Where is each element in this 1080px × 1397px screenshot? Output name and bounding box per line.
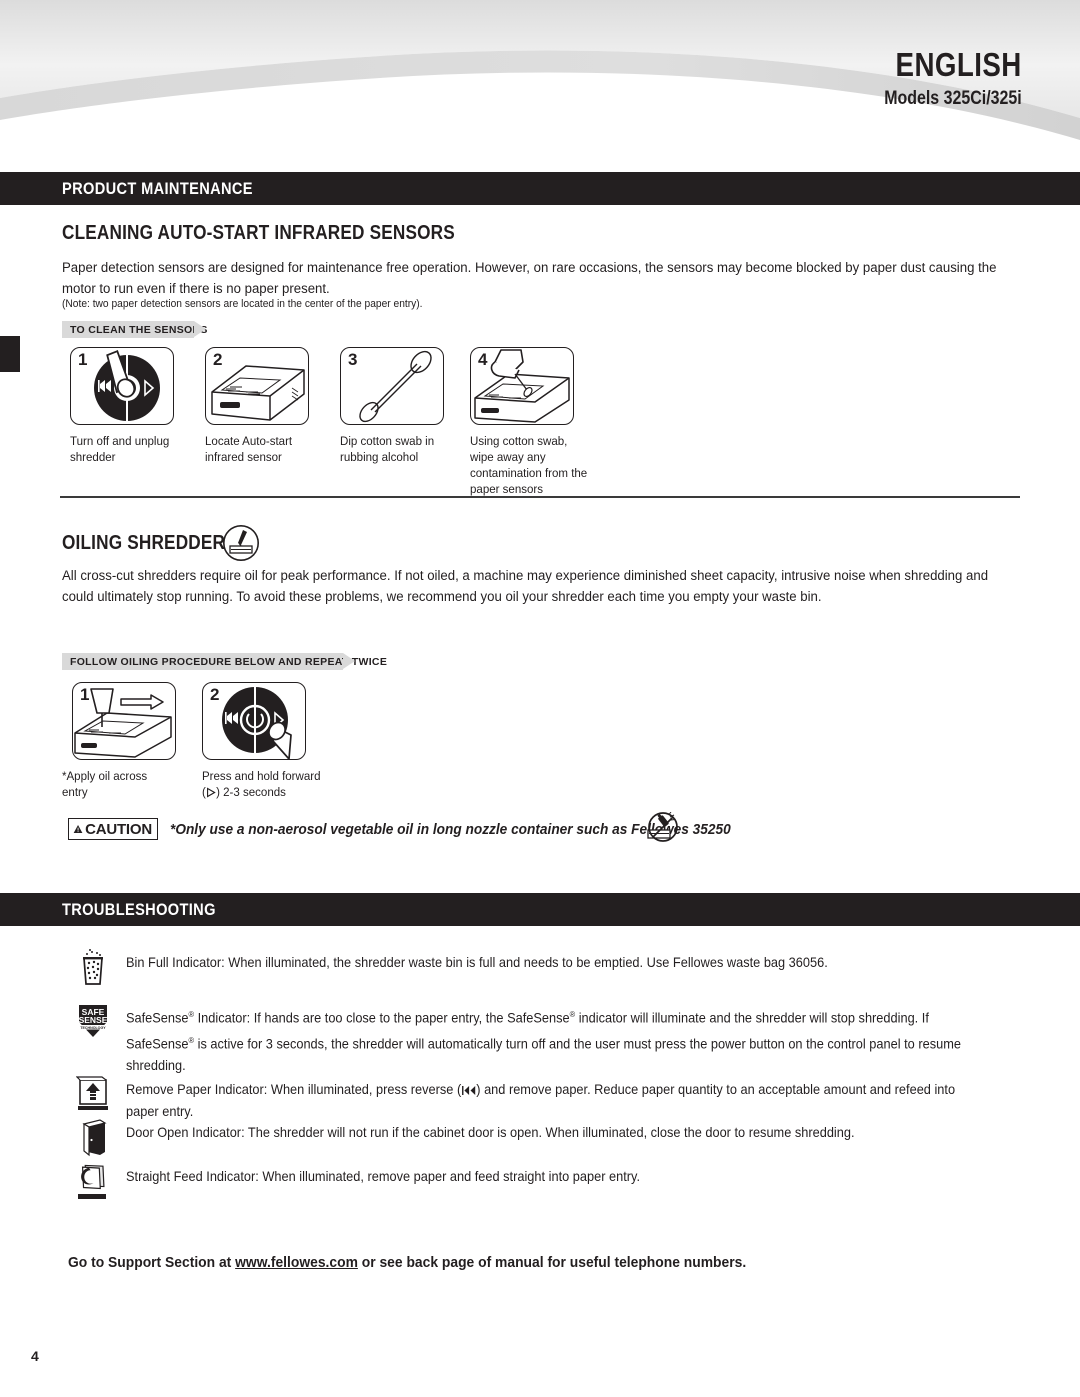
support-text-post: or see back page of manual for useful te… (357, 1255, 747, 1271)
caution-label: CAUTION (85, 820, 152, 838)
door-open-icon (82, 1119, 107, 1157)
step-card-3-dip-swab: 3 (340, 347, 444, 425)
section-bar-label: TROUBLESHOOTING (62, 900, 216, 919)
step-card-4-wipe-sensors: 4 (470, 347, 574, 425)
step-caption-oil-2-line2: () 2-3 seconds (202, 784, 323, 800)
troubleshooting-text: Straight Feed Indicator: When illuminate… (126, 1169, 641, 1184)
tag-label: TO CLEAN THE SENSORS (70, 323, 208, 336)
troubleshooting-text: Door Open Indicator: The shredder will n… (126, 1125, 855, 1140)
step-card-oil-1-apply: 1 (72, 682, 176, 760)
safesense-text-4: is active for 3 seconds, the shredder wi… (126, 1036, 961, 1074)
step-caption-oil-1: *Apply oil across entry (62, 769, 148, 799)
step-number: 2 (210, 685, 220, 704)
tag-follow-oiling-procedure: FOLLOW OILING PROCEDURE BELOW AND REPEAT… (62, 653, 387, 670)
step-number: 3 (348, 350, 358, 369)
step-caption-oil-2-line1: Press and hold forward (202, 769, 321, 783)
support-text-pre: Go to Support Section at (68, 1255, 236, 1271)
safesense-word-1: SafeSense (126, 1010, 189, 1026)
svg-text:TECHNOLOGY: TECHNOLOGY (80, 1026, 106, 1030)
step-caption-2: Locate Auto-start infrared sensor (205, 434, 293, 464)
step-caption-1: Turn off and unplug shredder (70, 434, 170, 464)
seconds-label: ) 2-3 seconds (216, 785, 286, 799)
note-sensor-location: (Note: two paper detection sensors are l… (62, 298, 423, 310)
troubleshooting-text: Remove Paper Indicator: When illuminated… (126, 1079, 963, 1123)
left-edge-tab-marker (0, 336, 20, 372)
remove-paper-text-pre: Remove Paper Indicator: When illuminated… (126, 1082, 462, 1097)
oil-bottle-circle-icon (222, 524, 260, 562)
no-aerosol-spray-icon (647, 812, 678, 842)
caution-badge: CAUTION (68, 818, 158, 840)
section-bar-label: PRODUCT MAINTENANCE (62, 179, 253, 198)
paragraph-oiling-shredder: All cross-cut shredders require oil for … (62, 568, 989, 605)
step-card-2-locate-sensor: 2 (205, 347, 309, 425)
warning-triangle-icon (73, 824, 83, 834)
safesense-text-2: Indicator: If hands are too close to the… (194, 1010, 570, 1026)
tag-label: FOLLOW OILING PROCEDURE BELOW AND REPEAT… (70, 655, 388, 668)
straight-feed-icon (78, 1164, 106, 1199)
reverse-icon (461, 1086, 475, 1095)
model-subtitle: Models 325Ci/325i (884, 88, 1022, 109)
banner-title-block: ENGLISH Models 325Ci/325i (858, 48, 1022, 108)
section-bar-product-maintenance: PRODUCT MAINTENANCE (0, 172, 1080, 205)
paragraph-cleaning-sensors: Paper detection sensors are designed for… (62, 260, 997, 297)
step-caption-3: Dip cotton swab in rubbing alcohol (340, 434, 435, 464)
page-number: 4 (31, 1348, 39, 1364)
step-number: 4 (478, 350, 488, 369)
heading-cleaning-sensors: CLEANING AUTO-START INFRARED SENSORS (62, 222, 455, 244)
section-divider (60, 496, 1020, 498)
svg-text:SENSE: SENSE (79, 1015, 108, 1025)
step-number: 2 (213, 350, 223, 369)
heading-oiling-shredder: OILING SHREDDER (62, 532, 226, 554)
section-bar-troubleshooting: TROUBLESHOOTING (0, 893, 1080, 926)
troubleshooting-text: SafeSense® Indicator: If hands are too c… (126, 1004, 963, 1077)
forward-triangle-icon (207, 787, 216, 798)
remove-paper-icon (76, 1076, 108, 1110)
tag-to-clean-the-sensors: TO CLEAN THE SENSORS (62, 321, 207, 338)
bin-full-icon (83, 949, 103, 985)
support-section-line: Go to Support Section at www.fellowes.co… (68, 1255, 746, 1271)
step-card-oil-2-hold-forward: 2 (202, 682, 306, 760)
step-number: 1 (80, 685, 90, 704)
page-banner: ENGLISH Models 325Ci/325i (0, 0, 1080, 160)
page-title: ENGLISH (895, 46, 1022, 83)
fellowes-website-link[interactable]: www.fellowes.com (235, 1255, 358, 1271)
step-caption-4: Using cotton swab, wipe away any contami… (470, 434, 588, 496)
step-number: 1 (78, 350, 88, 369)
troubleshooting-text: Bin Full Indicator: When illuminated, th… (126, 955, 828, 970)
step-card-1-turn-off: 1 (70, 347, 174, 425)
safesense-shield-icon: SAFE SENSE TECHNOLOGY (79, 1005, 108, 1037)
